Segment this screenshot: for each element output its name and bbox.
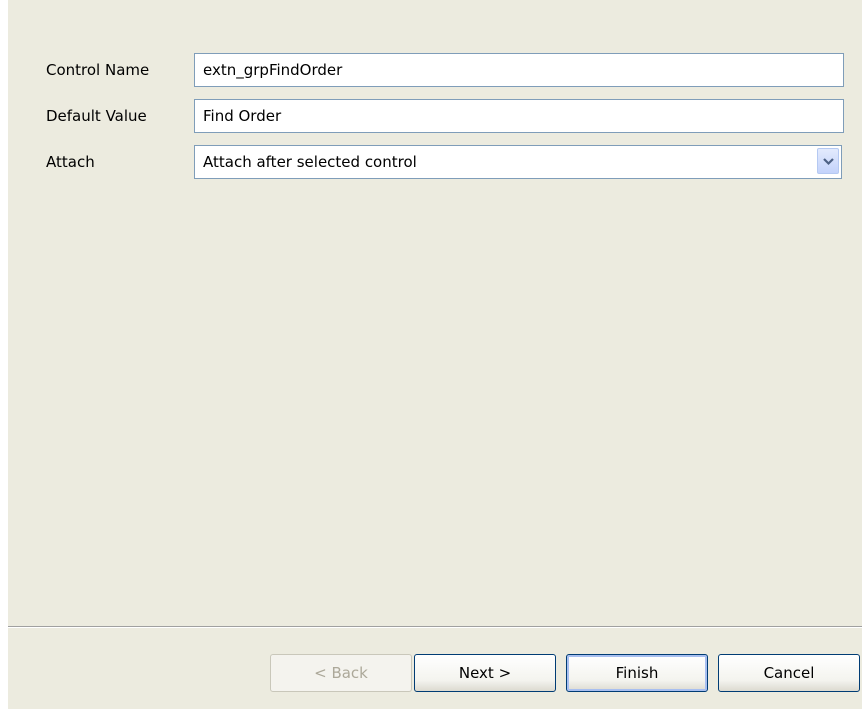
back-button[interactable]: < Back — [270, 654, 412, 692]
wizard-dialog: Control Name extn_grpFindOrder Default V… — [8, 0, 862, 709]
attach-select[interactable]: Attach after selected control — [194, 145, 842, 179]
cancel-button[interactable]: Cancel — [718, 654, 860, 692]
default-value-input[interactable]: Find Order — [194, 99, 844, 133]
attach-select-value: Attach after selected control — [203, 153, 417, 171]
attach-dropdown-button[interactable] — [817, 148, 839, 174]
control-name-input[interactable]: extn_grpFindOrder — [194, 53, 844, 87]
control-name-label: Control Name — [46, 61, 150, 79]
button-bar-separator — [8, 626, 862, 628]
control-name-row: Control Name extn_grpFindOrder — [8, 53, 862, 87]
finish-button[interactable]: Finish — [566, 654, 708, 692]
attach-row: Attach Attach after selected control — [8, 145, 862, 179]
default-value-label: Default Value — [46, 107, 147, 125]
attach-label: Attach — [46, 153, 95, 171]
chevron-down-icon — [823, 158, 834, 166]
next-button[interactable]: Next > — [414, 654, 556, 692]
default-value-row: Default Value Find Order — [8, 99, 862, 133]
